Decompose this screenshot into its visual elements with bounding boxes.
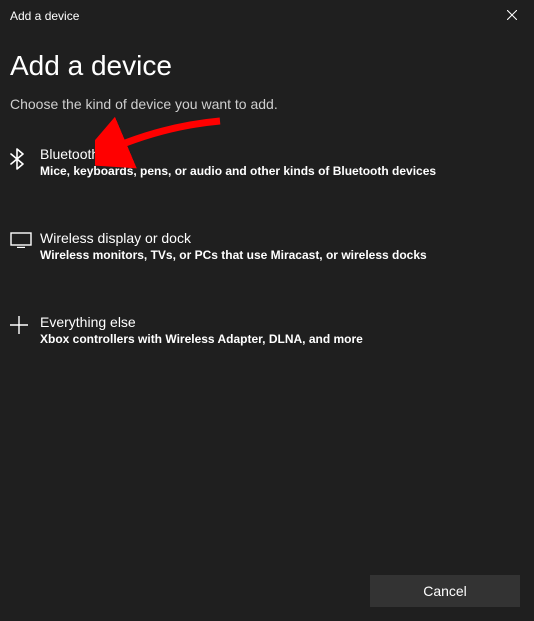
- option-everything-else[interactable]: Everything else Xbox controllers with Wi…: [10, 302, 524, 358]
- monitor-icon: [10, 232, 32, 253]
- close-button[interactable]: [489, 0, 534, 32]
- cancel-button[interactable]: Cancel: [370, 575, 520, 607]
- option-wireless-display[interactable]: Wireless display or dock Wireless monito…: [10, 218, 524, 274]
- footer: Cancel: [370, 575, 520, 607]
- titlebar-title: Add a device: [10, 9, 79, 23]
- plus-icon: [10, 316, 28, 339]
- option-desc: Mice, keyboards, pens, or audio and othe…: [40, 164, 524, 178]
- titlebar: Add a device: [0, 0, 534, 32]
- option-desc: Wireless monitors, TVs, or PCs that use …: [40, 248, 524, 262]
- option-bluetooth[interactable]: Bluetooth Mice, keyboards, pens, or audi…: [10, 134, 524, 190]
- option-title: Wireless display or dock: [40, 230, 524, 246]
- content: Add a device Choose the kind of device y…: [0, 32, 534, 358]
- option-title: Bluetooth: [40, 146, 524, 162]
- page-subtitle: Choose the kind of device you want to ad…: [10, 96, 524, 112]
- option-title: Everything else: [40, 314, 524, 330]
- option-desc: Xbox controllers with Wireless Adapter, …: [40, 332, 524, 346]
- page-title: Add a device: [10, 50, 524, 82]
- bluetooth-icon: [10, 148, 24, 175]
- close-icon: [507, 9, 517, 23]
